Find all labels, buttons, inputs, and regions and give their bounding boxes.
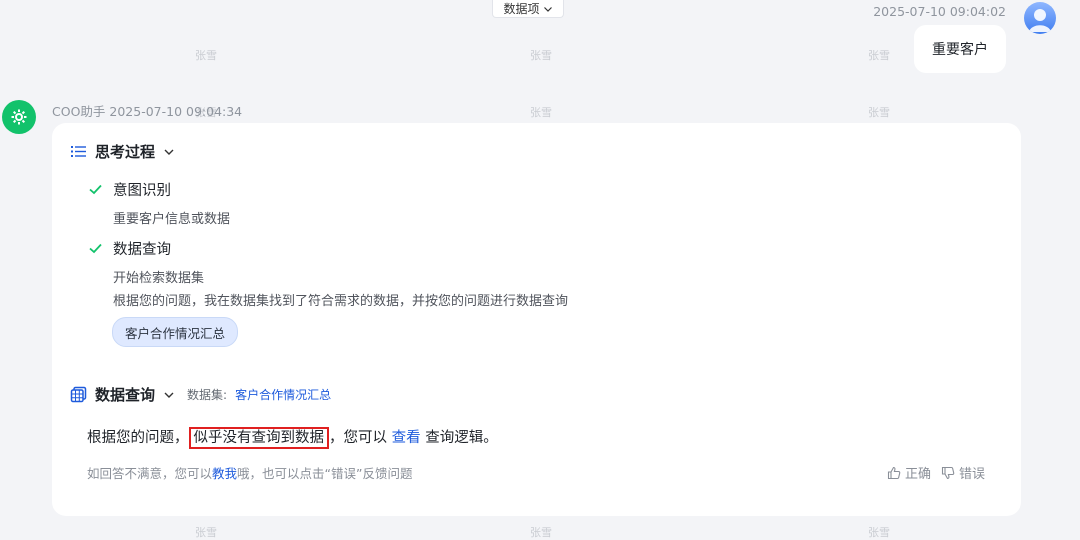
check-icon	[89, 184, 102, 195]
bot-avatar	[2, 100, 36, 134]
user-message-timestamp: 2025-07-10 09:04:02	[873, 4, 1006, 19]
watermark: 张雪	[530, 49, 552, 62]
thinking-step-data-query: 数据查询	[88, 238, 171, 259]
teach-me-link[interactable]: 教我	[212, 466, 237, 481]
step-label: 意图识别	[113, 183, 171, 199]
watermark: 张雪	[868, 49, 890, 62]
step-detail: 开始检索数据集	[113, 271, 205, 286]
data-items-dropdown-label: 数据项	[503, 2, 540, 16]
answer-prefix: 根据您的问题，	[87, 430, 189, 446]
dataset-label: 数据集:	[187, 388, 228, 402]
answer-highlight: 似乎没有查询到数据	[188, 427, 329, 449]
feedback-hint-prefix: 如回答不满意，您可以	[87, 466, 213, 481]
correct-label: 正确	[905, 467, 932, 482]
thinking-step-intent: 意图识别	[88, 179, 171, 200]
view-logic-link[interactable]: 查看	[392, 430, 421, 446]
thinking-process-header[interactable]: 思考过程	[70, 141, 175, 162]
thinking-process-title: 思考过程	[95, 143, 156, 161]
step-detail: 重要客户信息或数据	[113, 212, 231, 227]
answer-middle: ，您可以	[329, 430, 387, 446]
wrong-button[interactable]: 错误	[941, 463, 985, 482]
list-icon	[71, 146, 86, 157]
data-items-dropdown[interactable]: 数据项	[492, 0, 564, 18]
chevron-down-icon[interactable]	[163, 389, 175, 401]
wrong-label: 错误	[959, 467, 986, 482]
correct-button[interactable]: 正确	[887, 463, 931, 482]
chevron-down-icon	[543, 6, 552, 12]
check-icon	[89, 243, 102, 254]
watermark: 张雪	[530, 106, 552, 119]
thumbs-down-icon	[941, 466, 955, 479]
dataset-tag[interactable]: 客户合作情况汇总	[112, 317, 239, 347]
table-icon	[70, 386, 87, 403]
thumbs-up-icon	[887, 466, 901, 479]
step-label: 数据查询	[113, 242, 171, 258]
data-query-header: 数据查询 数据集: 客户合作情况汇总	[70, 384, 331, 405]
data-query-title: 数据查询	[95, 386, 156, 404]
user-message-bubble: 重要客户	[914, 25, 1006, 73]
dataset-link[interactable]: 客户合作情况汇总	[235, 386, 331, 403]
bot-name-timestamp: COO助手 2025-07-10 09:04:34	[52, 104, 243, 119]
user-message-text: 重要客户	[932, 42, 988, 58]
feedback-hint: 如回答不满意，您可以教我哦，也可以点击“错误”反馈问题	[87, 463, 412, 482]
watermark: 张雪	[195, 49, 217, 62]
feedback-hint-suffix: 哦，也可以点击“错误”反馈问题	[237, 466, 413, 481]
answer-suffix: 查询逻辑。	[425, 430, 498, 446]
chevron-down-icon[interactable]	[163, 146, 175, 158]
user-avatar	[1024, 2, 1056, 34]
answer-text: 根据您的问题， 似乎没有查询到数据 ，您可以 查看 查询逻辑。	[87, 426, 498, 449]
watermark: 张雪	[868, 106, 890, 119]
user-avatar-icon	[1029, 9, 1051, 32]
gear-icon	[11, 109, 27, 125]
step-detail: 根据您的问题，我在数据集找到了符合需求的数据，并按您的问题进行数据查询	[113, 294, 569, 309]
